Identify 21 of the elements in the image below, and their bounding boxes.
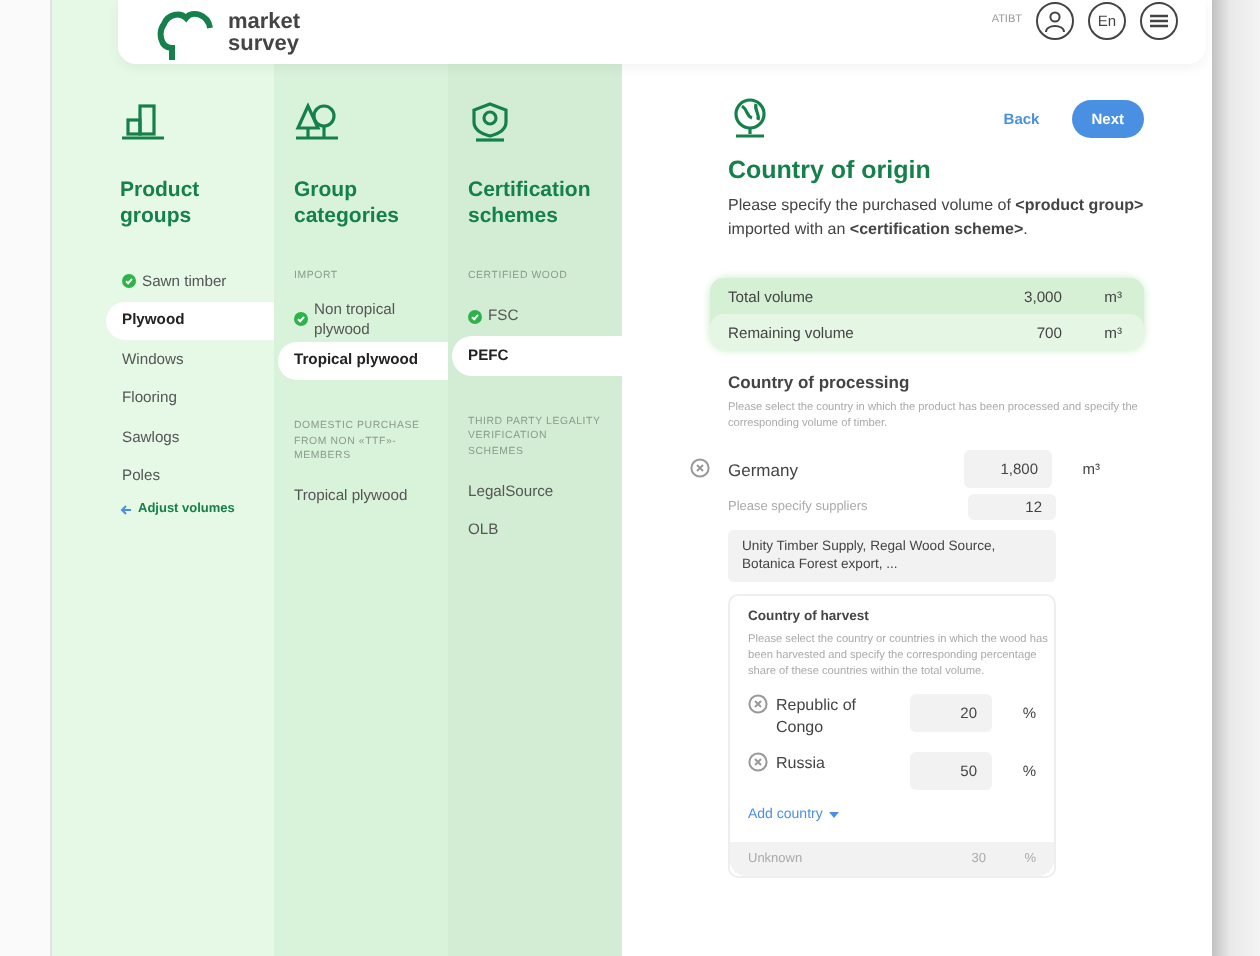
logo-text: market survey (228, 12, 303, 56)
column-title: Group categories (294, 178, 402, 228)
remove-icon[interactable] (748, 752, 768, 772)
arrow-left-icon (120, 503, 132, 515)
description: Please specify the purchased volume of <product group> imported with an <certification scheme>. (728, 194, 1144, 240)
column-title: Certification schemes (468, 178, 593, 228)
section-title: Country of processing (728, 372, 912, 392)
user-icon[interactable] (1036, 2, 1074, 40)
menu-icon[interactable] (1140, 2, 1178, 40)
shelves-icon (120, 100, 166, 144)
country-name: Russia (776, 752, 827, 774)
trees-icon (294, 100, 340, 144)
country-name: Germany (728, 459, 800, 479)
page-title: Country of origin (728, 156, 933, 184)
badge-icon (468, 100, 514, 144)
remove-icon[interactable] (690, 457, 710, 477)
tree-logo-icon (156, 8, 216, 60)
country-name: Republic of Congo (776, 694, 859, 738)
caret-icon (828, 810, 841, 820)
remove-icon[interactable] (748, 694, 768, 714)
column-title: Product groups (120, 178, 202, 228)
